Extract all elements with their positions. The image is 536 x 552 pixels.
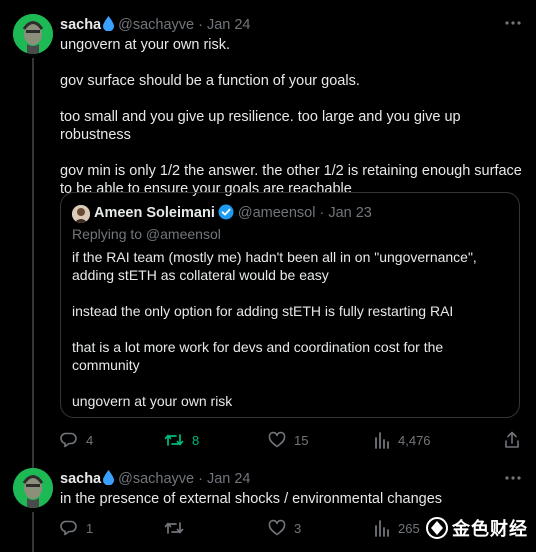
retweet-icon: [164, 522, 184, 534]
tweet-text: ungovern at your own risk. gov surface s…: [60, 36, 522, 216]
handle[interactable]: @sachayve: [118, 471, 194, 487]
retweet-icon: [164, 434, 184, 446]
reply-button[interactable]: 4: [60, 430, 93, 450]
separator-dot: ·: [198, 17, 203, 33]
quoted-paragraph: ungovern at your own risk: [72, 393, 233, 409]
timestamp[interactable]: Jan 24: [207, 17, 251, 33]
tweet-1[interactable]: sacha @sachayve · Jan 24 ungovern at your o…: [0, 0, 536, 468]
quoted-avatar[interactable]: [72, 205, 90, 223]
quoted-text: if the RAI team (mostly me) hadn't been …: [72, 248, 502, 428]
share-icon: [505, 431, 519, 448]
views-button[interactable]: 4,476: [374, 430, 431, 450]
views-button[interactable]: 265: [374, 518, 420, 538]
display-name[interactable]: sacha: [60, 17, 101, 33]
more-options-icon[interactable]: [504, 469, 522, 487]
views-chart-icon: [375, 520, 389, 537]
tweet-paragraph: ungovern at your own risk.: [60, 37, 231, 53]
like-count: 3: [294, 520, 302, 536]
quoted-display-name[interactable]: Ameen Soleimani: [94, 205, 215, 221]
like-button[interactable]: 15: [268, 430, 308, 450]
retweet-button[interactable]: 8: [164, 430, 199, 450]
thread-line: [32, 58, 34, 468]
quoted-paragraph: instead the only option for adding stETH…: [72, 303, 454, 319]
heart-icon: [268, 431, 286, 448]
timestamp[interactable]: Jan 24: [207, 471, 251, 487]
quoted-paragraph: that is a lot more work for devs and coo…: [72, 339, 444, 373]
water-drop-icon: [103, 470, 115, 485]
quoted-tweet[interactable]: Ameen Soleimani @ameensol · Jan 23 Replying…: [60, 192, 520, 418]
quoted-paragraph: if the RAI team (mostly me) hadn't been …: [72, 249, 477, 283]
action-bar: 4 8 15 4,476: [60, 430, 522, 450]
like-button[interactable]: 3: [268, 518, 301, 538]
tweet-paragraph: too small and you give up resilience. to…: [60, 109, 461, 143]
heart-icon: [268, 519, 286, 536]
display-name[interactable]: sacha: [60, 471, 101, 487]
retweet-count: 8: [192, 432, 200, 448]
more-options-icon[interactable]: [504, 14, 522, 32]
watermark-logo-icon: [426, 517, 448, 539]
thread-line: [32, 512, 34, 552]
views-count: 4,476: [398, 432, 431, 448]
reply-count: 4: [86, 432, 94, 448]
handle[interactable]: @sachayve: [118, 17, 194, 33]
avatar[interactable]: [13, 468, 53, 508]
views-chart-icon: [375, 432, 389, 449]
tweet-paragraph: in the presence of external shocks / env…: [60, 491, 443, 507]
share-button[interactable]: [504, 430, 528, 450]
verified-badge-icon: [218, 204, 234, 220]
replying-to: Replying to @ameensol: [72, 226, 221, 242]
views-count: 265: [398, 520, 420, 536]
watermark-text: 金色财经: [452, 519, 528, 539]
quoted-header: Ameen Soleimani @ameensol · Jan 23: [94, 204, 372, 222]
retweet-button[interactable]: [164, 518, 192, 538]
thread-line: [32, 460, 34, 468]
tweet-header: sacha @sachayve · Jan 24: [60, 470, 251, 488]
quoted-timestamp[interactable]: Jan 23: [328, 205, 372, 221]
reply-icon: [60, 520, 77, 536]
watermark: 金色财经: [426, 515, 528, 541]
separator-dot: ·: [319, 205, 325, 221]
quoted-handle[interactable]: @ameensol: [238, 205, 316, 221]
tweet-header: sacha @sachayve · Jan 24: [60, 16, 251, 34]
reply-count: 1: [86, 520, 94, 536]
like-count: 15: [294, 432, 309, 448]
separator-dot: ·: [198, 471, 203, 487]
tweet-paragraph: gov surface should be a function of your…: [60, 73, 360, 89]
avatar[interactable]: [13, 14, 53, 54]
reply-button[interactable]: 1: [60, 518, 93, 538]
water-drop-icon: [103, 16, 115, 31]
reply-icon: [60, 432, 77, 448]
